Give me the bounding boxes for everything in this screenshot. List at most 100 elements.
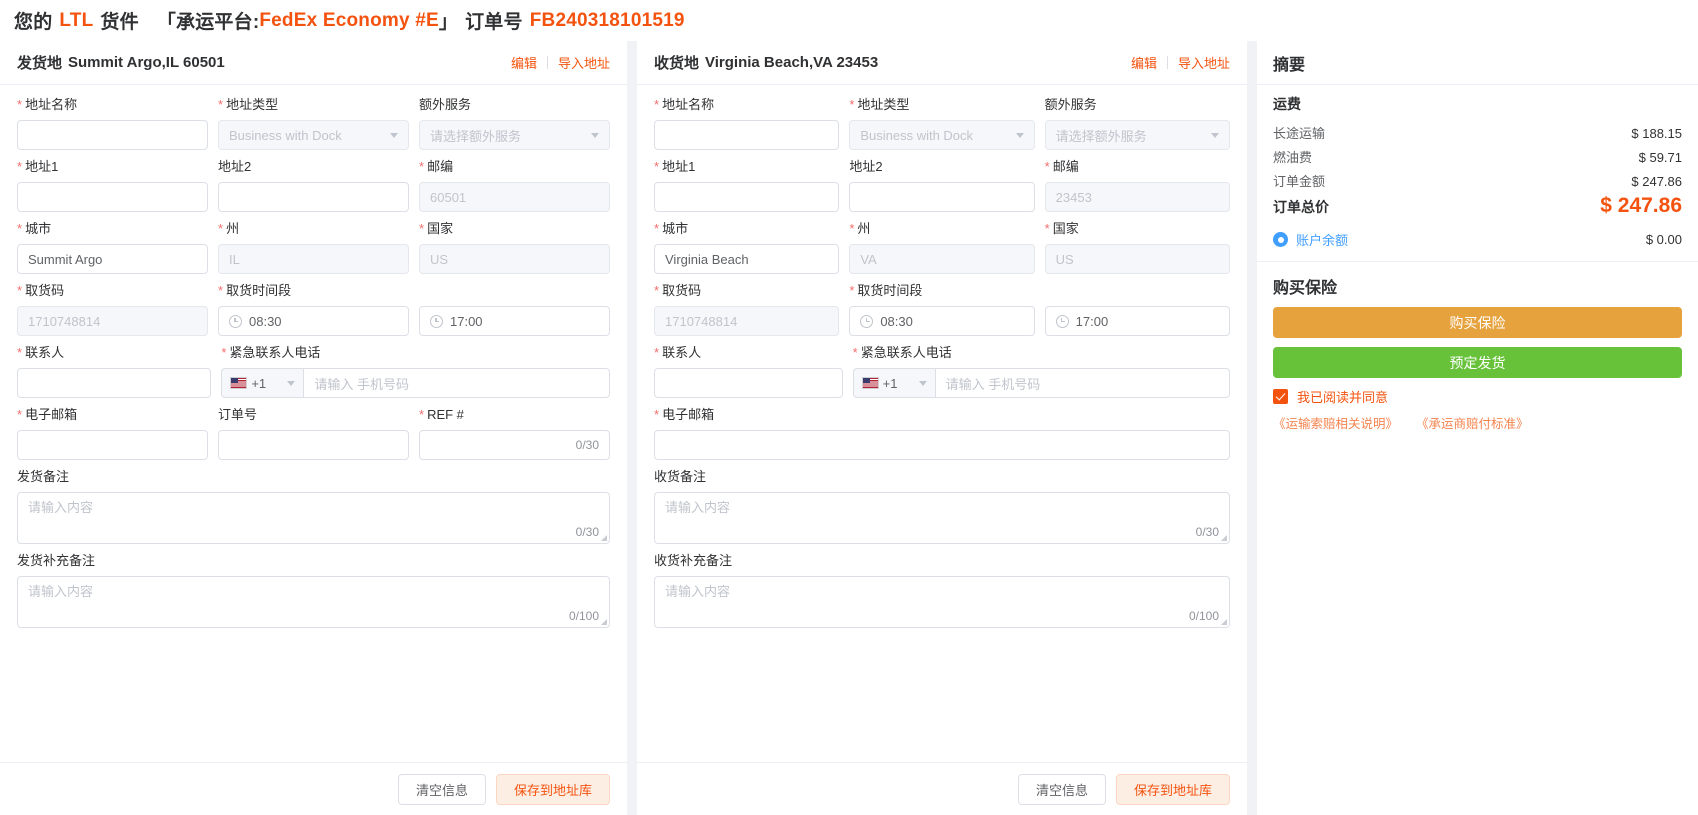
receiver-phone-input[interactable]: 请输入 手机号码 [935,368,1230,398]
shipper-country-input[interactable]: US [419,244,610,274]
shipper-header-actions: 编辑 导入地址 [511,53,610,72]
summary-row-amount: $ 59.71 [1639,146,1682,170]
shipper-pickup-code-input[interactable]: 1710748814 [17,306,208,336]
payment-radio-group[interactable]: 账户余额 [1273,230,1348,249]
shipper-order-no-input[interactable] [218,430,409,460]
terms-links: 《运输索赔相关说明》 《承运商赔付标准》 [1273,413,1682,432]
form-row: 发货备注 请输入内容 0/30 [17,467,610,544]
shipper-note-textarea[interactable]: 请输入内容 0/30 [17,492,610,544]
receiver-country-code-select[interactable]: +1 [853,368,935,398]
summary-row: 订单金额 $ 247.86 [1273,170,1682,194]
value: 1710748814 [28,314,100,329]
shipper-email-input[interactable] [17,430,208,460]
receiver-city-input[interactable]: Virginia Beach [654,244,839,274]
value: Summit Argo [28,252,102,267]
shipper-title-address: Summit Argo,IL 60501 [68,54,225,71]
shipper-extra-service-select[interactable]: 请选择额外服务 [419,120,610,150]
shipper-edit-link[interactable]: 编辑 [511,53,537,72]
receiver-zip-input[interactable]: 23453 [1045,182,1230,212]
receiver-pickup-from-input[interactable]: 08:30 [849,306,1034,336]
clock-icon [1056,315,1069,328]
shipper-country-code-select[interactable]: +1 [221,368,303,398]
value: 23453 [1056,190,1092,205]
value: 08:30 [880,314,913,329]
receiver-address2-input[interactable] [849,182,1034,212]
receiver-pickup-code-input[interactable]: 1710748814 [654,306,839,336]
value: 17:00 [450,314,483,329]
value: 17:00 [1076,314,1109,329]
shipper-pickup-from-input[interactable]: 08:30 [218,306,409,336]
receiver-card-footer: 清空信息 保存到地址库 [637,762,1247,815]
receiver-extra-service-select[interactable]: 请选择额外服务 [1045,120,1230,150]
label-ref: REF # [419,405,610,425]
shipper-phone-input[interactable]: 请输入 手机号码 [303,368,610,398]
receiver-save-address-button[interactable]: 保存到地址库 [1116,774,1230,805]
receiver-contact-input[interactable] [654,368,843,398]
book-shipment-button[interactable]: 预定发货 [1273,347,1682,378]
form-row: 发货补充备注 请输入内容 0/100 [17,551,610,628]
shipper-contact-input[interactable] [17,368,211,398]
summary-total-row: 订单总价 $ 247.86 [1273,194,1682,219]
label-city: 城市 [654,219,839,239]
receiver-extra-note-textarea[interactable]: 请输入内容 0/100 [654,576,1230,628]
summary-row-label: 长途运输 [1273,122,1325,146]
shipper-pickup-from-field: 取货时间段 08:30 [218,281,409,336]
label-spacer [419,281,610,301]
shipper-state-input[interactable]: IL [218,244,409,274]
label-ship-extra-note: 发货补充备注 [17,551,610,571]
shipper-address1-input[interactable] [17,182,208,212]
country-code-value: +1 [883,376,898,391]
shipper-extra-note-field: 发货补充备注 请输入内容 0/100 [17,551,610,628]
summary-row-label: 订单金额 [1273,170,1325,194]
receiver-note-textarea[interactable]: 请输入内容 0/30 [654,492,1230,544]
shipper-pickup-to-input[interactable]: 17:00 [419,306,610,336]
receiver-address-name-input[interactable] [654,120,839,150]
receiver-contact-field: 联系人 [654,343,843,398]
shipper-pickup-to-field: 17:00 [419,281,610,336]
shipper-import-address-link[interactable]: 导入地址 [558,53,610,72]
carrier-compensation-standard-link[interactable]: 《承运商赔付标准》 [1416,413,1529,432]
agreement-checkbox[interactable] [1273,389,1288,404]
main-layout: 发货地 Summit Argo,IL 60501 编辑 导入地址 地址名称 地址… [0,41,1698,815]
label-emergency-phone: 紧急联系人电话 [221,343,610,363]
shipper-extra-note-textarea[interactable]: 请输入内容 0/100 [17,576,610,628]
shipper-address2-input[interactable] [218,182,409,212]
receiver-address1-input[interactable] [654,182,839,212]
receiver-clear-button[interactable]: 清空信息 [1018,774,1106,805]
receiver-pickup-to-field: 17:00 [1045,281,1230,336]
label-address-name: 地址名称 [17,95,208,115]
shipper-clear-button[interactable]: 清空信息 [398,774,486,805]
agreement-row[interactable]: 我已阅读并同意 [1273,387,1682,406]
shipper-address-type-select[interactable]: Business with Dock [218,120,409,150]
claims-explanation-link[interactable]: 《运输索赔相关说明》 [1273,413,1398,432]
receiver-city-field: 城市 Virginia Beach [654,219,839,274]
shipper-save-address-button[interactable]: 保存到地址库 [496,774,610,805]
shipper-zip-input[interactable]: 60501 [419,182,610,212]
shipper-address-name-input[interactable] [17,120,208,150]
header-noun: 货件 [100,7,138,34]
header-carrier-open: 「承运平台: [157,7,260,34]
label-address-type: 地址类型 [849,95,1034,115]
shipper-city-field: 城市 Summit Argo [17,219,208,274]
receiver-country-input[interactable]: US [1045,244,1230,274]
radio-selected-icon[interactable] [1273,232,1288,247]
summary-total-amount: $ 247.86 [1600,194,1682,218]
receiver-edit-link[interactable]: 编辑 [1131,53,1157,72]
receiver-address-type-select[interactable]: Business with Dock [849,120,1034,150]
insurance-block: 购买保险 购买保险 预定发货 我已阅读并同意 《运输索赔相关说明》 《承运商赔付… [1257,262,1698,432]
shipper-address2-field: 地址2 [218,157,409,212]
receiver-email-input[interactable] [654,430,1230,460]
clock-icon [430,315,443,328]
buy-insurance-button[interactable]: 购买保险 [1273,307,1682,338]
label-zip: 邮编 [1045,157,1230,177]
header-prefix: 您的 [14,7,52,34]
shipper-city-input[interactable]: Summit Argo [17,244,208,274]
receiver-extra-service-field: 额外服务 请选择额外服务 [1045,95,1230,150]
receiver-state-input[interactable]: VA [849,244,1034,274]
shipper-ref-input[interactable]: 0/30 [419,430,610,460]
shipper-card: 发货地 Summit Argo,IL 60501 编辑 导入地址 地址名称 地址… [0,41,627,815]
receiver-pickup-to-input[interactable]: 17:00 [1045,306,1230,336]
payment-method-row[interactable]: 账户余额 $ 0.00 [1273,230,1682,249]
chevron-down-icon [591,133,599,138]
receiver-import-address-link[interactable]: 导入地址 [1178,53,1230,72]
